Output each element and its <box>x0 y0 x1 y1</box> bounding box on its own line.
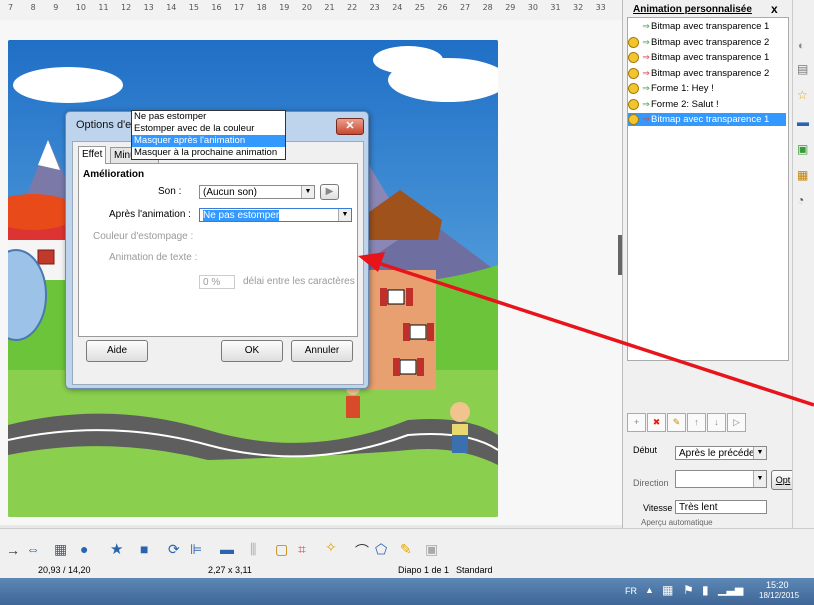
red-annotation-arrow <box>358 252 814 407</box>
